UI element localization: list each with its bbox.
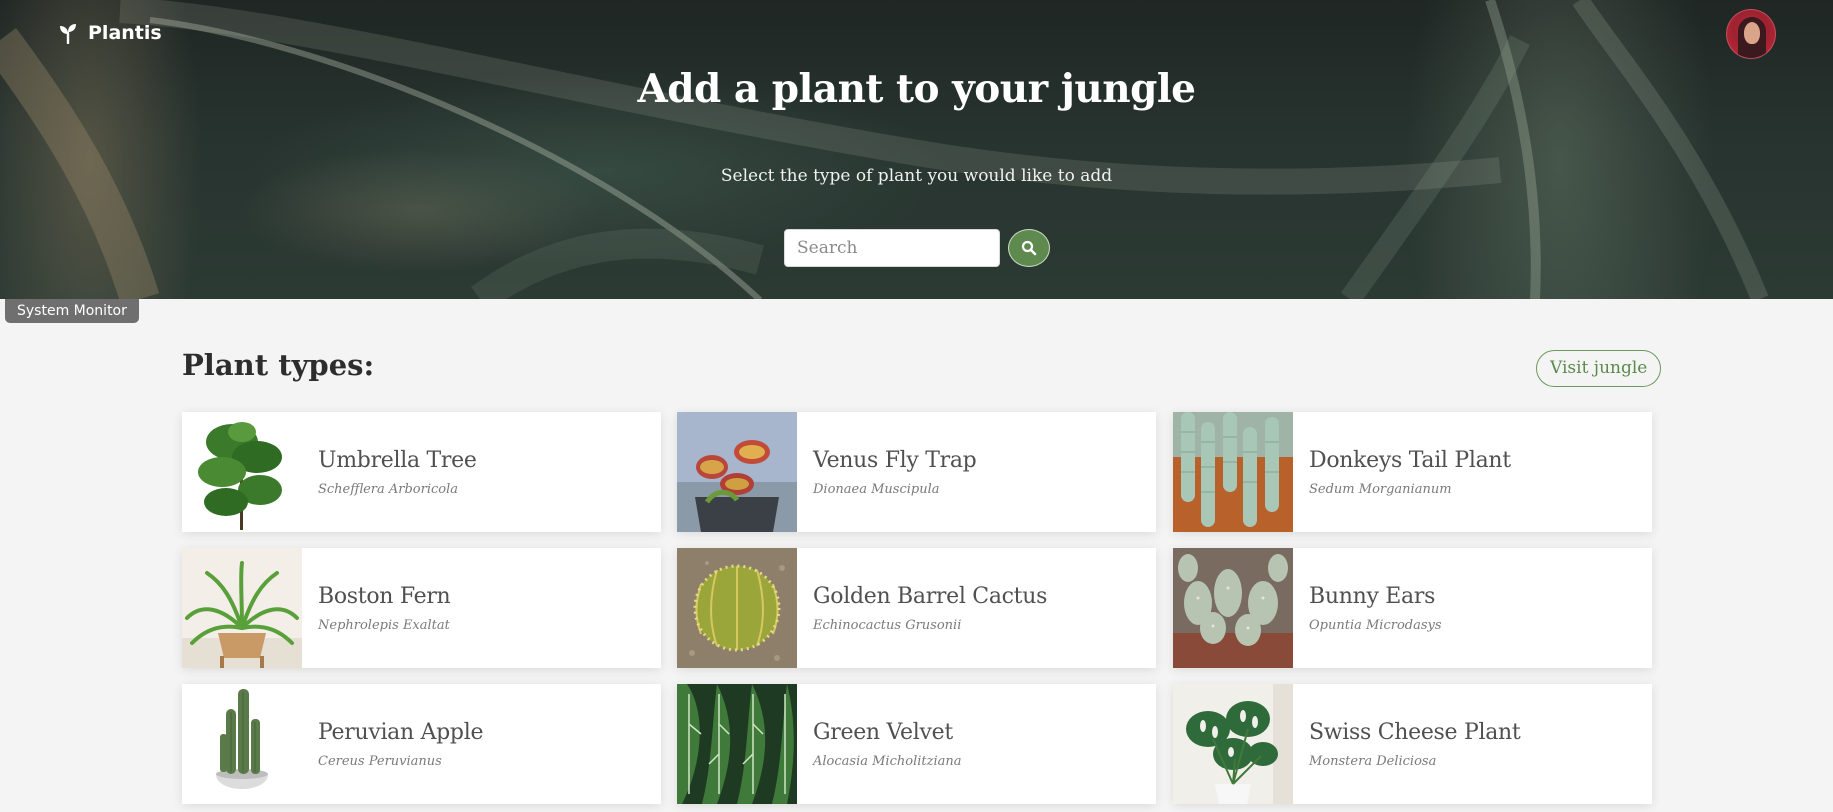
plant-latin-name: Nephrolepis Exaltat <box>318 618 450 633</box>
plant-latin-name: Opuntia Microdasys <box>1309 618 1442 633</box>
plant-thumbnail <box>182 684 302 804</box>
plant-name: Bunny Ears <box>1309 584 1436 609</box>
brand-name: Plantis <box>88 22 162 44</box>
plant-latin-name: Echinocactus Grusonii <box>813 618 962 633</box>
plant-name: Umbrella Tree <box>318 448 477 473</box>
plant-name: Boston Fern <box>318 584 451 609</box>
user-avatar[interactable] <box>1726 9 1776 59</box>
plant-name: Swiss Cheese Plant <box>1309 720 1521 745</box>
visit-jungle-button[interactable]: Visit jungle <box>1536 350 1662 387</box>
search-button[interactable] <box>1008 229 1050 267</box>
plant-card-donkeys-tail[interactable]: Donkeys Tail Plant Sedum Morganianum <box>1173 412 1652 532</box>
page-title: Add a plant to your jungle <box>637 66 1196 112</box>
plant-name: Donkeys Tail Plant <box>1309 448 1511 473</box>
plant-name: Green Velvet <box>813 720 953 745</box>
plant-name: Peruvian Apple <box>318 720 484 745</box>
plant-card-peruvian-apple[interactable]: Peruvian Apple Cereus Peruvianus <box>182 684 661 804</box>
plant-thumbnail <box>182 412 302 532</box>
plant-latin-name: Schefflera Arboricola <box>318 482 458 497</box>
page-subtitle: Select the type of plant you would like … <box>720 166 1113 186</box>
plant-latin-name: Monstera Deliciosa <box>1309 754 1437 769</box>
plant-name: Venus Fly Trap <box>813 448 977 473</box>
hero-banner: Plantis Add a plant to your jungle Selec… <box>0 0 1833 299</box>
plant-thumbnail <box>1173 684 1293 804</box>
plant-card-umbrella-tree[interactable]: Umbrella Tree Schefflera Arboricola <box>182 412 661 532</box>
plant-name: Golden Barrel Cactus <box>813 584 1048 609</box>
plant-latin-name: Dionaea Muscipula <box>813 482 940 497</box>
search-input[interactable] <box>784 229 1000 267</box>
plant-latin-name: Sedum Morganianum <box>1309 482 1452 497</box>
plant-thumbnail <box>677 548 797 668</box>
plant-thumbnail <box>1173 412 1293 532</box>
plant-thumbnail <box>1173 548 1293 668</box>
plant-thumbnail <box>677 412 797 532</box>
plant-card-bunny-ears[interactable]: Bunny Ears Opuntia Microdasys <box>1173 548 1652 668</box>
plant-card-swiss-cheese-plant[interactable]: Swiss Cheese Plant Monstera Deliciosa <box>1173 684 1652 804</box>
plant-latin-name: Alocasia Micholitziana <box>813 754 962 769</box>
brand-logo[interactable]: Plantis <box>57 22 162 44</box>
search-icon <box>1021 240 1037 256</box>
plant-card-boston-fern[interactable]: Boston Fern Nephrolepis Exaltat <box>182 548 661 668</box>
plant-card-golden-barrel-cactus[interactable]: Golden Barrel Cactus Echinocactus Gruson… <box>677 548 1156 668</box>
system-monitor-tab[interactable]: System Monitor <box>5 299 139 323</box>
section-title: Plant types: <box>182 348 375 382</box>
plant-thumbnail <box>677 684 797 804</box>
plant-thumbnail <box>182 548 302 668</box>
sprout-icon <box>60 24 76 44</box>
plant-latin-name: Cereus Peruvianus <box>318 754 442 769</box>
plant-card-venus-fly-trap[interactable]: Venus Fly Trap Dionaea Muscipula <box>677 412 1156 532</box>
plant-card-green-velvet[interactable]: Green Velvet Alocasia Micholitziana <box>677 684 1156 804</box>
